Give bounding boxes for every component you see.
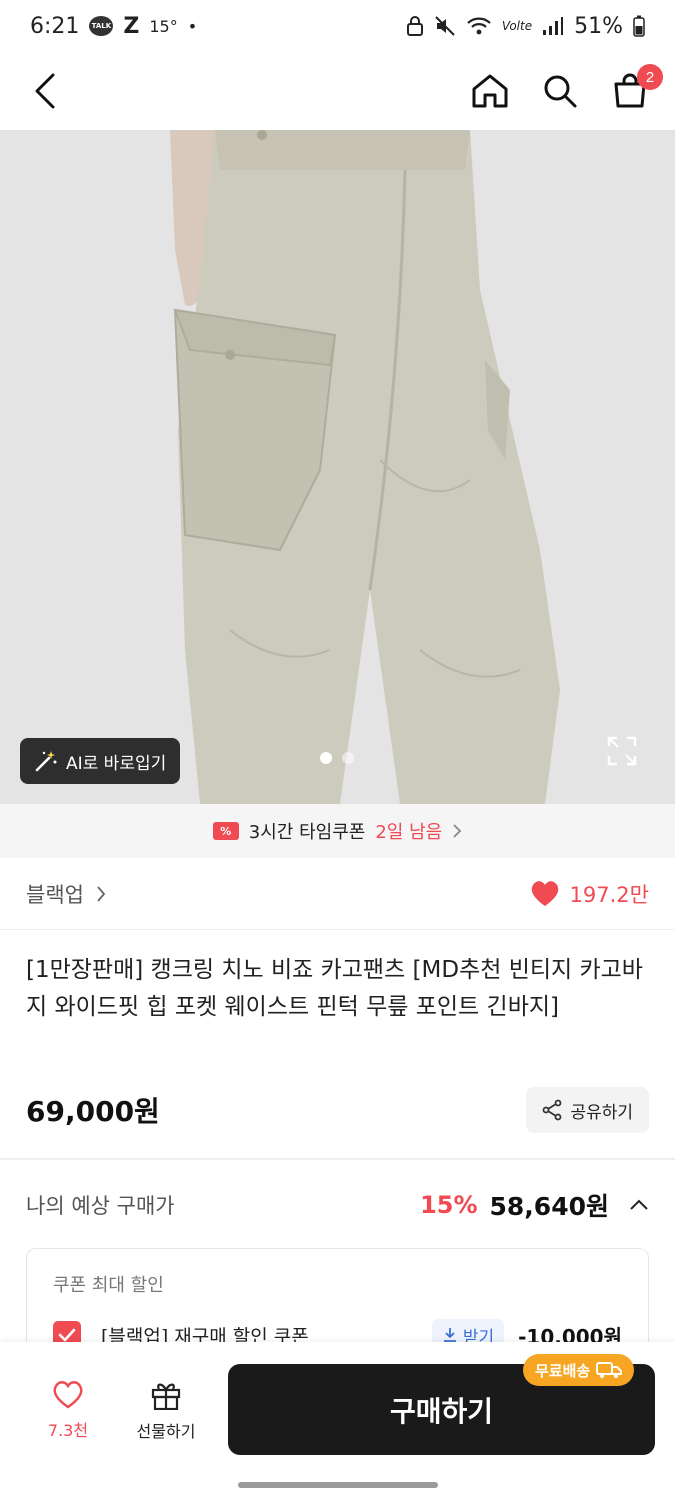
buy-label: 구매하기 <box>389 1394 494 1428</box>
product-price: 69,000원 <box>26 1095 160 1128</box>
check-icon <box>58 1328 76 1342</box>
time-coupon-banner[interactable]: % 3시간 타임쿠폰 2일 남음 <box>0 804 675 858</box>
coupon-box-title: 쿠폰 최대 할인 <box>53 1275 164 1296</box>
wifi-icon <box>467 17 491 35</box>
chevron-right-icon <box>453 824 462 838</box>
favorite-button[interactable]: 7.3천 <box>38 1380 98 1441</box>
carousel-dot <box>342 752 354 764</box>
gift-label: 선물하기 <box>136 1422 196 1441</box>
discount-rate: 15% <box>420 1191 478 1219</box>
cart-count-badge: 2 <box>637 64 663 90</box>
brand-like-button[interactable]: 197.2만 <box>530 879 649 909</box>
back-button[interactable] <box>24 70 66 112</box>
expected-price-value: 58,640원 <box>489 1192 609 1221</box>
mute-icon <box>435 16 455 36</box>
gift-button[interactable]: 선물하기 <box>126 1380 206 1442</box>
share-label: 공유하기 <box>570 1102 633 1123</box>
chevron-up-icon[interactable] <box>629 1199 649 1211</box>
product-photo <box>0 130 675 804</box>
section-divider <box>0 1158 675 1160</box>
fullscreen-icon[interactable] <box>607 736 637 766</box>
expected-price-row[interactable]: 나의 예상 구매가 15% 58,640원 <box>26 1182 649 1228</box>
carousel-dots <box>320 752 354 764</box>
free-shipping-badge: 무료배송 <box>523 1354 635 1386</box>
coupon-ticket-icon: % <box>212 822 239 840</box>
brand-like-count: 197.2만 <box>569 882 649 907</box>
time-coupon-remaining: 2일 남음 <box>375 822 443 843</box>
status-time: 6:21 <box>30 13 80 39</box>
chevron-left-icon <box>35 73 55 109</box>
heart-filled-icon <box>531 881 558 906</box>
heart-outline-icon <box>53 1381 83 1409</box>
search-icon <box>544 75 577 108</box>
brand-name-link[interactable]: 블랙업 <box>26 879 84 909</box>
status-dot: • <box>187 16 198 36</box>
share-button[interactable]: 공유하기 <box>526 1087 649 1133</box>
carousel-dot-active <box>320 752 332 764</box>
home-indicator <box>238 1482 438 1488</box>
free-shipping-label: 무료배송 <box>535 1361 591 1380</box>
gift-icon <box>151 1383 181 1410</box>
magic-wand-icon <box>35 751 57 772</box>
battery-percent: 51% <box>574 13 623 39</box>
time-coupon-text: 3시간 타임쿠폰 <box>248 822 366 843</box>
battery-icon <box>633 15 645 37</box>
home-button[interactable] <box>469 70 511 112</box>
lock-icon <box>406 16 423 36</box>
price-row: 69,000원 공유하기 <box>26 1086 649 1134</box>
brand-row: 블랙업 197.2만 <box>0 858 675 930</box>
status-temperature: 15° <box>149 16 178 36</box>
ai-try-on-label: AI로 바로입기 <box>66 753 167 774</box>
product-title: [1만장판매] 캥크링 치노 비죠 카고팬츠 [MD추천 빈티지 카고바지 와이… <box>26 957 643 1020</box>
cart-button[interactable]: 2 <box>609 64 663 112</box>
volte-label: Volte <box>501 19 533 33</box>
chevron-right-icon <box>97 885 106 902</box>
status-bar: 6:21 TALK Z 15° • Volte 51% <box>0 0 675 52</box>
product-image-carousel[interactable]: AI로 바로입기 <box>0 130 675 804</box>
signal-icon <box>543 17 564 35</box>
top-navigation: 2 <box>0 52 675 130</box>
ai-try-on-button[interactable]: AI로 바로입기 <box>20 738 181 784</box>
favorite-count: 7.3천 <box>47 1421 89 1440</box>
expected-price-label: 나의 예상 구매가 <box>26 1194 175 1218</box>
delivery-truck-icon <box>596 1362 623 1378</box>
bottom-action-bar: 7.3천 선물하기 구매하기 무료배송 <box>0 1342 675 1500</box>
download-icon <box>443 1328 456 1342</box>
home-icon <box>472 74 508 108</box>
search-button[interactable] <box>539 70 581 112</box>
z-icon: Z <box>123 13 140 39</box>
kakaotalk-icon: TALK <box>89 16 114 36</box>
share-icon <box>543 1099 562 1121</box>
